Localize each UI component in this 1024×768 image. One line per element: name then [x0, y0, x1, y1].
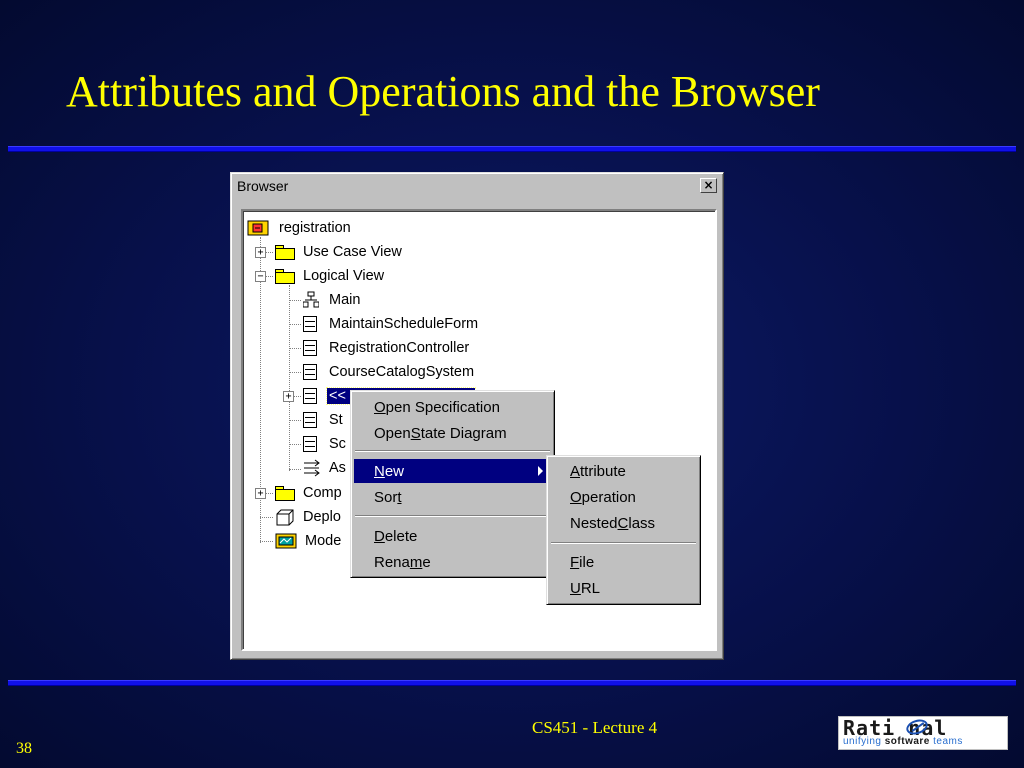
- menu-item-sort[interactable]: Sor t: [354, 485, 551, 509]
- tree-label: Mode: [305, 533, 342, 549]
- tree-item-logical-view[interactable]: Logical View: [275, 265, 386, 287]
- tree-line: [265, 252, 273, 253]
- menu-separator: [355, 450, 550, 452]
- tree-line: [260, 541, 273, 542]
- tree-item-registration-controller[interactable]: RegistrationController: [303, 337, 471, 359]
- tree-line: [289, 420, 301, 421]
- class-icon: [303, 340, 317, 356]
- association-icon: [304, 459, 320, 477]
- menu-item-url[interactable]: U RL: [550, 576, 697, 600]
- tree-line: [289, 300, 301, 301]
- tree-line: [260, 517, 273, 518]
- expand-component-view[interactable]: +: [255, 488, 266, 499]
- menu-item-delete[interactable]: Delete: [354, 524, 551, 548]
- tree-label: Deplo: [303, 509, 341, 525]
- menu-separator: [551, 542, 696, 544]
- tree-item-course-catalog-system[interactable]: CourseCatalogSystem: [303, 361, 476, 383]
- tree-label: Main: [329, 292, 361, 308]
- folder-icon: [275, 244, 295, 260]
- tree-item-partial-2[interactable]: Sc: [303, 433, 348, 455]
- tree-label: registration: [279, 220, 351, 236]
- tree-label: St: [329, 412, 343, 428]
- collapse-logical-view[interactable]: −: [255, 271, 266, 282]
- folder-icon: [275, 268, 295, 284]
- tree-line: [265, 493, 273, 494]
- class-icon: [303, 412, 317, 428]
- tree-item-partial-1[interactable]: St: [303, 409, 345, 431]
- menu-item-operation[interactable]: Operation: [550, 485, 697, 509]
- menu-item-attribute[interactable]: Attribute: [550, 459, 697, 483]
- tree-line: [289, 324, 301, 325]
- tree-line: [265, 276, 273, 277]
- tree-label: MaintainScheduleForm: [329, 316, 479, 332]
- class-icon: [303, 436, 317, 452]
- folder-icon: [275, 485, 295, 501]
- submenu-arrow-icon: [538, 466, 543, 476]
- tree-item-main[interactable]: Main: [303, 289, 362, 311]
- tree-label: Sc: [329, 436, 346, 452]
- tree-label: Use Case View: [303, 244, 402, 260]
- tree-label: CourseCatalogSystem: [329, 364, 475, 380]
- menu-item-nested-class[interactable]: Nested Class: [550, 511, 697, 535]
- tree-line: [289, 348, 301, 349]
- tree-label: As: [329, 460, 346, 476]
- tree-label: RegistrationController: [329, 340, 470, 356]
- class-diagram-icon: [303, 291, 319, 308]
- tree-line: [289, 372, 301, 373]
- browser-title: Browser: [237, 178, 289, 194]
- rational-logo: Rati nal unifying software teams: [838, 716, 1008, 750]
- menu-item-open-specification[interactable]: Open Specification: [354, 395, 551, 419]
- tree-line: [294, 396, 301, 397]
- tree-item-model-properties[interactable]: Mode: [275, 530, 343, 552]
- class-icon: [303, 316, 317, 332]
- model-icon: [247, 220, 269, 236]
- tree-label: Comp: [303, 485, 342, 501]
- properties-icon: [275, 533, 297, 549]
- slide-title: Attributes and Operations and the Browse…: [66, 67, 820, 116]
- expand-selected-class[interactable]: +: [283, 391, 294, 402]
- class-icon: [303, 388, 317, 404]
- expand-use-case-view[interactable]: +: [255, 247, 266, 258]
- tree-line: [289, 469, 301, 470]
- node-icon: [276, 509, 294, 526]
- browser-titlebar[interactable]: Browser ×: [233, 175, 721, 197]
- tree-item-deployment-view[interactable]: Deplo: [275, 506, 343, 528]
- title-divider: [8, 146, 1016, 152]
- menu-item-file[interactable]: File: [550, 550, 697, 574]
- footer-text: CS451 - Lecture 4: [532, 718, 658, 737]
- menu-item-new[interactable]: New: [354, 459, 551, 483]
- tree-item-component-view[interactable]: Comp: [275, 482, 344, 504]
- logo-tagline: unifying software teams: [843, 736, 963, 747]
- close-icon[interactable]: ×: [700, 178, 717, 193]
- context-menu: Open Specification Open State Diagram Ne…: [350, 390, 555, 578]
- menu-item-rename[interactable]: Rena m e: [354, 550, 551, 574]
- tree-item-use-case-view[interactable]: Use Case View: [275, 241, 404, 263]
- tree-label: Logical View: [303, 268, 385, 284]
- footer-divider: [8, 680, 1016, 686]
- slide-number: 38: [16, 740, 32, 757]
- tree-item-maintain-schedule-form[interactable]: MaintainScheduleForm: [303, 313, 480, 335]
- tree-line: [289, 444, 301, 445]
- menu-item-open-state-diagram[interactable]: Open State Diagram: [354, 421, 551, 445]
- tree-item-registration[interactable]: registration: [247, 217, 353, 239]
- class-icon: [303, 364, 317, 380]
- menu-separator: [355, 515, 550, 517]
- tree-item-partial-3[interactable]: As: [303, 457, 348, 479]
- new-submenu: Attribute Operation Nested Class File UR…: [546, 455, 701, 605]
